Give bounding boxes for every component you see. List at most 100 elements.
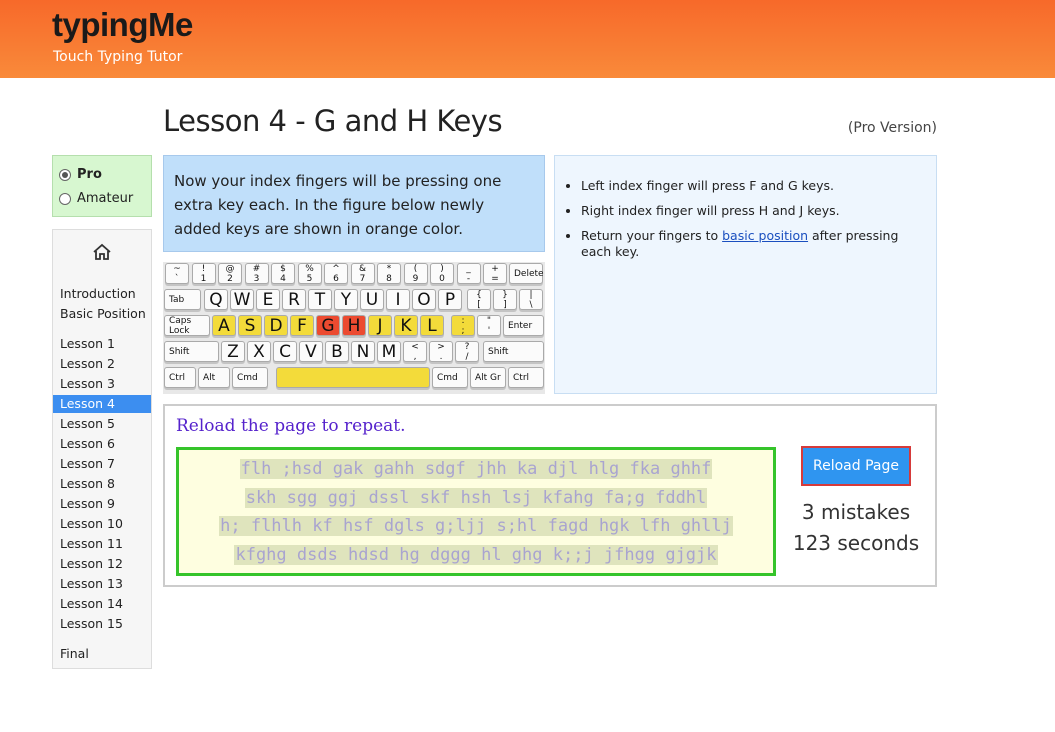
key-glyph: & [358, 263, 367, 274]
keyboard-key: }] [493, 289, 517, 310]
keyboard-key: Alt Gr [470, 367, 506, 388]
key-glyph: ( [413, 263, 418, 274]
keyboard-key: Ctrl [508, 367, 544, 388]
key-glyph: ~ [173, 263, 181, 274]
sidebar-item[interactable]: Lesson 5 [53, 415, 151, 433]
mode-label-pro: Pro [77, 167, 102, 182]
key-glyph: _ [466, 263, 471, 274]
mode-selector: Pro Amateur [52, 155, 152, 217]
pro-radio[interactable] [59, 168, 71, 181]
sidebar-item[interactable]: Lesson 14 [53, 595, 151, 613]
key-glyph: ! [201, 263, 206, 274]
keyboard-key: V [299, 341, 323, 362]
key-d: D [264, 315, 288, 336]
key-glyph: : [461, 315, 465, 326]
key-glyph: \ [529, 299, 533, 310]
intro-panel: Now your index fingers will be pressing … [163, 155, 545, 252]
key-glyph: $ [280, 263, 286, 274]
tip-left-finger: Left index finger will press F and G key… [581, 178, 921, 194]
key-j: J [368, 315, 392, 336]
brand-title[interactable]: typingMe [52, 6, 193, 44]
semicolon-key: :; [451, 315, 475, 336]
keyboard-key: M [377, 341, 401, 362]
text-line: h; flhlh kf hsf dgls g;ljj s;hl fagd hgk… [183, 512, 769, 541]
key-l: L [420, 315, 444, 336]
reload-page-button[interactable]: Reload Page [801, 446, 911, 486]
key-glyph: # [252, 263, 261, 274]
sidebar-item[interactable]: Introduction [53, 285, 151, 303]
key-glyph: = [491, 273, 499, 284]
sidebar-item[interactable]: Basic Position [53, 305, 151, 323]
sidebar-item[interactable]: Lesson 4 [53, 395, 151, 413]
key-glyph: - [466, 273, 471, 284]
key-glyph: @ [225, 263, 235, 274]
text-line: kfghg dsds hdsd hg dggg hl ghg k;;j jfhg… [183, 541, 769, 570]
sidebar-item[interactable]: Lesson 12 [53, 555, 151, 573]
enter-key: Enter [503, 315, 544, 336]
keyboard-key: B [325, 341, 349, 362]
keyboard-key: >. [429, 341, 453, 362]
typing-text-area[interactable]: flh ;hsd gak gahh sdgf jhh ka djl hlg fk… [176, 447, 776, 576]
key-glyph: 8 [386, 273, 392, 284]
key-glyph: 7 [359, 273, 366, 284]
key-a: A [212, 315, 236, 336]
keyboard-key: @2 [218, 263, 242, 284]
sidebar-item[interactable]: Final [53, 645, 151, 663]
keyboard-key: & 7 [350, 263, 375, 284]
delete-key: Delete [509, 263, 544, 284]
tip-right-finger: Right index finger will press H and J ke… [581, 203, 921, 219]
tips-list: Left index finger will press F and G key… [581, 178, 921, 269]
sidebar-item[interactable]: Lesson 10 [53, 515, 151, 533]
key-glyph: 1 [200, 273, 207, 284]
version-label: (Pro Version) [847, 120, 937, 136]
text-line-content: flh ;hsd gak gahh sdgf jhh ka djl hlg fk… [239, 459, 713, 479]
keyboard-key: #3 [244, 263, 269, 284]
mode-option-pro[interactable]: Pro [59, 167, 102, 182]
keyboard-key: * 8 [377, 263, 401, 284]
sidebar-item[interactable]: Lesson 7 [53, 455, 151, 473]
amateur-radio[interactable] [59, 192, 71, 205]
keyboard-key: O [412, 289, 436, 310]
keyboard-key: (9 [403, 263, 428, 284]
seconds-count: 123 seconds [792, 531, 920, 555]
sidebar-item[interactable]: Lesson 9 [53, 495, 151, 513]
keyboard-key: Ctrl [164, 367, 196, 388]
key-k: K [394, 315, 418, 336]
keyboard-key: Y [334, 289, 358, 310]
keyboard-key: E [256, 289, 280, 310]
keyboard-key: U [360, 289, 384, 310]
mode-label-amateur: Amateur [77, 191, 134, 206]
sidebar-item[interactable]: Lesson 15 [53, 615, 151, 633]
tip-return: Return your fingers to basic position af… [581, 228, 921, 260]
key-glyph: ` [174, 273, 180, 284]
key-glyph: 5 [306, 273, 313, 284]
key-glyph: { [476, 289, 482, 300]
key-glyph: < [411, 341, 419, 352]
sidebar-item[interactable]: Lesson 13 [53, 575, 151, 593]
keyboard-key: W [230, 289, 254, 310]
page-title: Lesson 4 - G and H Keys [163, 104, 503, 138]
keyboard-key: <, [403, 341, 427, 362]
home-icon[interactable] [91, 242, 113, 262]
keyboard-key: _ - [456, 263, 481, 284]
keyboard-key: ! 1 [191, 263, 216, 284]
key-glyph: 3 [253, 273, 260, 284]
tips-panel: Left index finger will press F and G key… [554, 155, 937, 394]
keyboard-key: " ' [477, 315, 501, 336]
sidebar-item[interactable]: Lesson 6 [53, 435, 151, 453]
key-glyph: " [486, 315, 492, 326]
practice-panel: Reload the page to repeat. flh ;hsd gak … [163, 404, 937, 587]
sidebar-item[interactable]: Lesson 8 [53, 475, 151, 493]
key-glyph: 2 [227, 273, 233, 284]
mode-option-amateur[interactable]: Amateur [59, 191, 133, 206]
key-glyph: / [465, 351, 469, 362]
tab-key: Tab [164, 289, 201, 310]
sidebar-item[interactable]: Lesson 3 [53, 375, 151, 393]
key-glyph: , [413, 351, 417, 362]
sidebar-item[interactable]: Lesson 11 [53, 535, 151, 553]
basic-position-link[interactable]: basic position [722, 228, 808, 243]
sidebar-item[interactable]: Lesson 2 [53, 355, 151, 373]
spacebar-key [276, 367, 430, 388]
sidebar-item[interactable]: Lesson 1 [53, 335, 151, 353]
key-glyph: | [529, 289, 533, 300]
